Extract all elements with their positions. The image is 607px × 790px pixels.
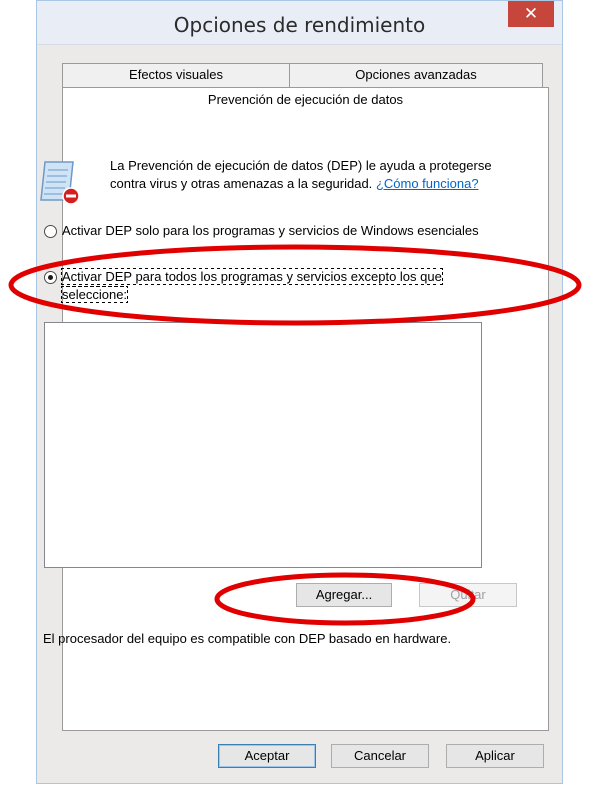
tab-data-execution-prevention[interactable]: Prevención de ejecución de datos (62, 87, 549, 113)
tab-advanced-options[interactable]: Opciones avanzadas (289, 63, 543, 87)
title-bar[interactable]: Opciones de rendimiento ✕ (37, 1, 562, 45)
radio-all-indicator[interactable] (44, 271, 57, 284)
window-title: Opciones de rendimiento (173, 13, 426, 37)
cancel-button[interactable]: Cancelar (331, 744, 429, 768)
radio-essential-indicator[interactable] (44, 225, 57, 238)
add-button[interactable]: Agregar... (296, 583, 392, 607)
dep-exceptions-list[interactable] (44, 322, 482, 568)
tab-visual-effects[interactable]: Efectos visuales (62, 63, 290, 87)
ok-button[interactable]: Aceptar (218, 744, 316, 768)
hardware-support-text: El procesador del equipo es compatible c… (43, 631, 452, 646)
radio-all-label: Activar DEP para todos los programas y s… (61, 268, 443, 303)
apply-button[interactable]: Aplicar (446, 744, 544, 768)
dep-description: La Prevención de ejecución de datos (DEP… (110, 157, 505, 193)
remove-button[interactable]: Quitar (419, 583, 517, 607)
close-button[interactable]: ✕ (508, 1, 554, 27)
close-icon: ✕ (523, 4, 539, 23)
radio-essential-label: Activar DEP solo para los programas y se… (62, 223, 479, 238)
radio-all-programs[interactable]: Activar DEP para todos los programas y s… (44, 268, 484, 304)
dep-shield-icon (40, 161, 80, 205)
radio-essential-only[interactable]: Activar DEP solo para los programas y se… (44, 222, 484, 240)
how-it-works-link[interactable]: ¿Cómo funciona? (376, 176, 479, 191)
